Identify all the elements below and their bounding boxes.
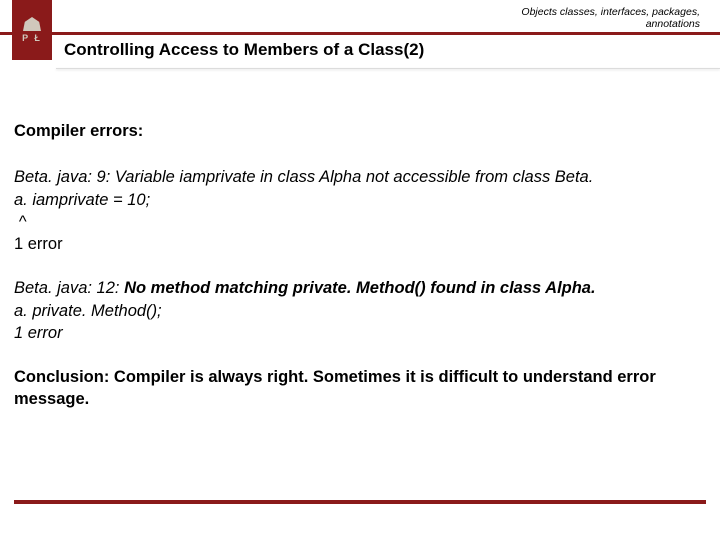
error1-line1: Beta. java: 9: Variable iamprivate in cl…: [14, 166, 706, 188]
header-divider: [0, 32, 720, 35]
title-underline: [56, 68, 720, 69]
conclusion-text: Conclusion: Compiler is always right. So…: [14, 366, 706, 411]
footer-divider: [14, 500, 706, 504]
slide-content: Compiler errors: Beta. java: 9: Variable…: [0, 80, 720, 411]
logo-letters: P Ł: [22, 33, 42, 43]
error2-line1: Beta. java: 12: No method matching priva…: [14, 277, 706, 299]
error-block-1: Beta. java: 9: Variable iamprivate in cl…: [14, 166, 706, 255]
error1-caret: ^: [14, 211, 706, 233]
error2-line1-prefix: Beta. java: 12:: [14, 279, 124, 297]
breadcrumb-line1: Objects classes, interfaces, packages,: [521, 6, 700, 18]
error2-summary: 1 error: [14, 322, 706, 344]
eagle-icon: [23, 17, 41, 31]
logo: P Ł: [12, 0, 52, 60]
error1-summary: 1 error: [14, 233, 706, 255]
error2-line1-bold: No method matching private. Method() fou…: [124, 279, 596, 297]
breadcrumb: Objects classes, interfaces, packages, a…: [521, 6, 700, 30]
error1-line2: a. iamprivate = 10;: [14, 189, 706, 211]
breadcrumb-line2: annotations: [646, 18, 700, 30]
error2-line2: a. private. Method();: [14, 300, 706, 322]
page-title: Controlling Access to Members of a Class…: [64, 40, 424, 60]
error-block-2: Beta. java: 12: No method matching priva…: [14, 277, 706, 344]
slide-header: Objects classes, interfaces, packages, a…: [0, 0, 720, 80]
section-heading: Compiler errors:: [14, 120, 706, 142]
